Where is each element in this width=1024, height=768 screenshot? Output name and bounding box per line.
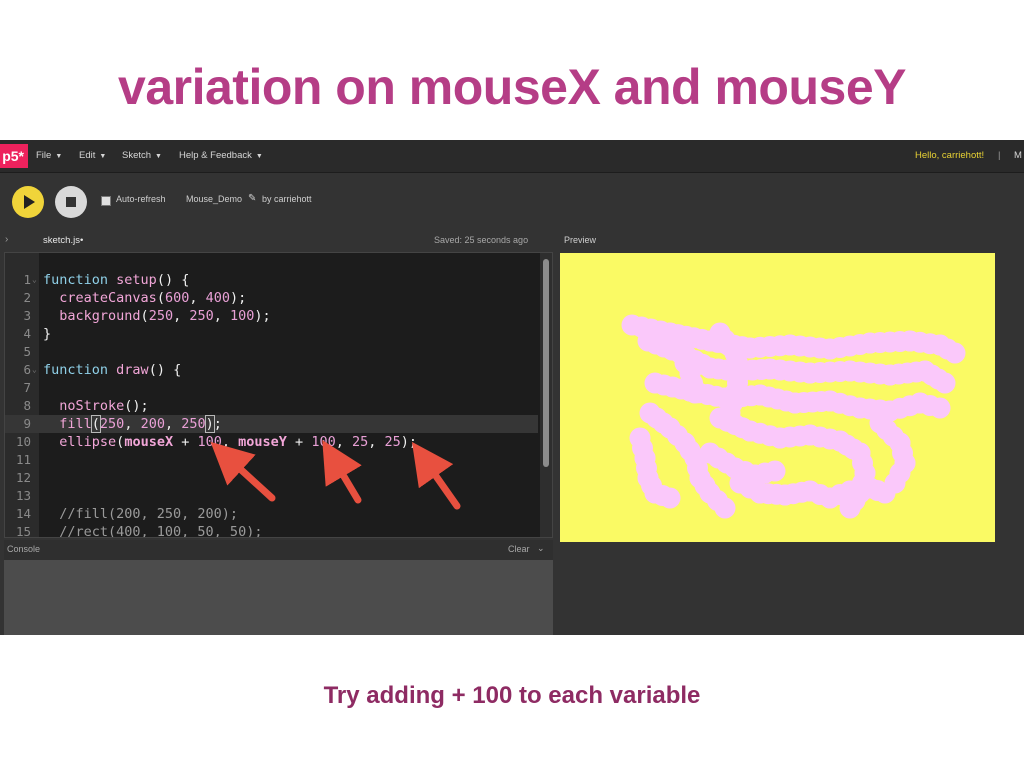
menu-sketch[interactable]: Sketch ▼: [122, 140, 162, 172]
fold-icon[interactable]: ⌄: [32, 271, 37, 289]
line-number: 7: [23, 380, 31, 395]
line-number: 15: [15, 524, 31, 538]
caret-down-icon: ▼: [155, 153, 162, 160]
stop-button[interactable]: [55, 186, 87, 218]
menu-file-label: File: [36, 150, 52, 161]
fold-icon[interactable]: ⌄: [32, 361, 37, 379]
code-editor[interactable]: 1 ⌄ function setup() { 2 createCanvas(600,…: [4, 252, 553, 538]
code-text: //rect(400, 100, 50, 50);: [43, 524, 263, 538]
code-line: 10 ellipse(mouseX + 100, mouseY + 100, 2…: [5, 433, 538, 451]
code-line: 8 noStroke();: [5, 397, 538, 415]
preview-label: Preview: [564, 235, 597, 245]
code-text: createCanvas(600, 400);: [59, 290, 247, 306]
menu-more[interactable]: M: [1014, 140, 1022, 172]
p5-editor-window: p5* File ▼ Edit ▼ Sketch ▼ Help & Feedback ▼…: [0, 140, 1024, 635]
drawn-ellipse: [659, 487, 681, 509]
sketch-owner[interactable]: by carriehott: [262, 194, 312, 204]
tab-bar: › sketch.js• Saved: 25 seconds ago Previ…: [0, 231, 1024, 251]
caret-down-icon: ▼: [55, 153, 63, 160]
toolbar: Auto-refresh Mouse_Demo ✎ by carriehott: [0, 173, 1024, 231]
menu-sketch-label: Sketch: [122, 150, 152, 161]
sketch-name[interactable]: Mouse_Demo: [186, 194, 242, 204]
menu-edit-label: Edit: [79, 150, 96, 161]
slide-caption: Try adding + 100 to each variable: [323, 682, 701, 709]
code-line: 6 ⌄ function draw() {: [5, 361, 538, 379]
saved-status: Saved: 25 seconds ago: [434, 235, 529, 245]
drawn-ellipse: [714, 497, 736, 519]
code-line: 4}: [5, 325, 538, 343]
drawn-ellipse: [944, 342, 966, 364]
menu-edit[interactable]: Edit ▼: [79, 140, 106, 172]
slide-title: variation on mouseX and mouseY: [118, 59, 906, 115]
console-output[interactable]: [4, 560, 553, 635]
code-text: //fill(200, 250, 200);: [43, 506, 239, 522]
code-lines: 1 ⌄ function setup() { 2 createCanvas(600,…: [5, 271, 538, 538]
code-line: 15 //rect(400, 100, 50, 50);: [5, 523, 538, 538]
code-text: function draw() {: [43, 362, 182, 378]
line-number: 5: [23, 344, 31, 359]
scrollbar-thumb[interactable]: [543, 259, 549, 467]
drawn-ellipse: [684, 382, 706, 404]
caret-down-icon: ▼: [255, 153, 263, 160]
code-text: ellipse(mouseX + 100, mouseY + 100, 25, …: [59, 434, 418, 450]
p5-logo[interactable]: p5*: [0, 144, 28, 168]
code-line: 13: [5, 487, 538, 505]
user-greeting[interactable]: Hello, carriehott!: [915, 140, 984, 172]
play-button[interactable]: [12, 186, 44, 218]
drawn-ellipse: [884, 472, 906, 494]
line-number: 1: [23, 272, 31, 287]
line-number: 9: [23, 416, 31, 431]
drawn-ellipse: [934, 372, 956, 394]
code-line: 1 ⌄ function setup() {: [5, 271, 538, 289]
code-text: background(250, 250, 100);: [59, 308, 271, 324]
line-number: 10: [15, 434, 31, 449]
menu-help-label: Help & Feedback: [179, 150, 252, 161]
chevron-down-icon[interactable]: ⌄: [537, 543, 545, 554]
code-line: 11: [5, 451, 538, 469]
drawn-ellipse: [764, 460, 786, 482]
code-text: }: [43, 326, 52, 342]
caret-down-icon: ▼: [99, 153, 107, 160]
drawn-ellipse: [929, 397, 951, 419]
code-text: fill(250, 200, 250);: [59, 415, 222, 433]
line-number: 14: [15, 506, 31, 521]
line-number: 11: [15, 452, 31, 467]
line-number: 13: [15, 488, 31, 503]
line-number: 4: [23, 326, 31, 341]
code-line: 3 background(250, 250, 100);: [5, 307, 538, 325]
menu-file[interactable]: File ▼: [36, 140, 62, 172]
code-text: noStroke();: [59, 398, 149, 414]
auto-refresh-checkbox[interactable]: [101, 196, 111, 206]
code-line-active: 9 fill(250, 200, 250);: [5, 415, 538, 433]
code-line: 14 //fill(200, 250, 200);: [5, 505, 538, 523]
chevron-right-icon[interactable]: ›: [5, 234, 8, 245]
clear-console-button[interactable]: Clear: [508, 544, 530, 554]
menu-help[interactable]: Help & Feedback ▼: [179, 140, 263, 172]
line-number: 3: [23, 308, 31, 323]
line-number: 2: [23, 290, 31, 305]
code-line: 12: [5, 469, 538, 487]
editor-scrollbar[interactable]: [540, 253, 552, 537]
code-line: 2 createCanvas(600, 400);: [5, 289, 538, 307]
drawn-ellipse: [719, 402, 741, 424]
console-label: Console: [7, 544, 41, 554]
pencil-icon[interactable]: ✎: [248, 193, 256, 204]
line-number: 8: [23, 398, 31, 413]
line-number: 6: [23, 362, 31, 377]
code-line: 7: [5, 379, 538, 397]
line-number: 12: [15, 470, 31, 485]
console-header: Console Clear ⌄: [4, 540, 553, 560]
preview-canvas[interactable]: [560, 253, 995, 542]
menu-separator: |: [998, 150, 1001, 161]
tab-sketch-js[interactable]: sketch.js•: [43, 235, 83, 246]
menu-bar: p5* File ▼ Edit ▼ Sketch ▼ Help & Feedback ▼…: [0, 140, 1024, 173]
code-line: 5: [5, 343, 538, 361]
auto-refresh-label: Auto-refresh: [116, 194, 166, 204]
code-text: function setup() {: [43, 272, 190, 288]
